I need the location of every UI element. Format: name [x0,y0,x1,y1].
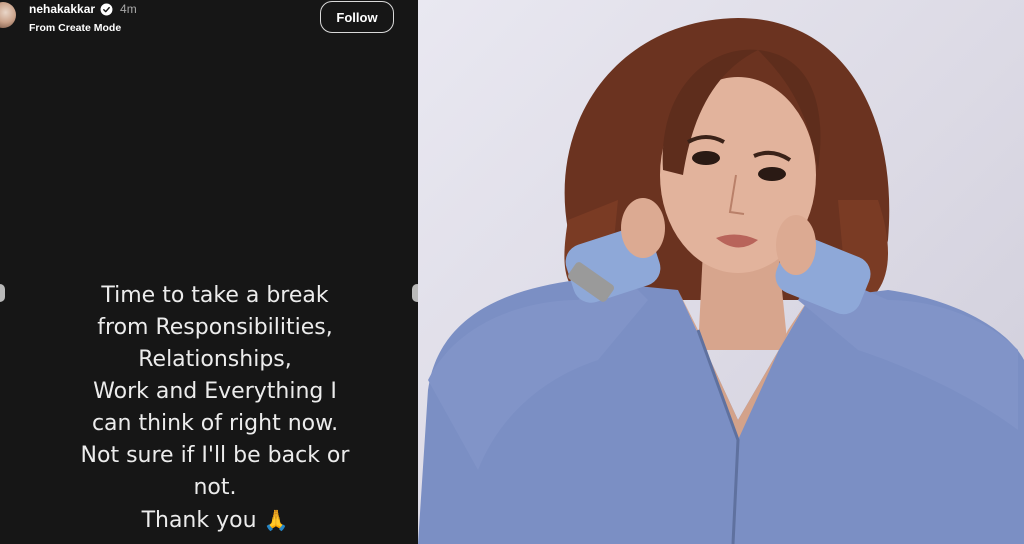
follow-button[interactable]: Follow [320,1,394,33]
story-panel: nehakakkar 4m From Create Mode Follow Ti… [0,0,418,544]
username[interactable]: nehakakkar [29,2,95,16]
closing-text: Thank you [141,508,257,533]
time-ago: 4m [120,2,137,16]
story-message: Time to take a break from Responsibiliti… [20,280,410,537]
story-header: nehakakkar 4m From Create Mode Follow [0,0,418,48]
previous-story-handle[interactable] [0,284,5,302]
avatar[interactable] [0,2,16,28]
portrait-photo [418,0,1024,544]
message-line: not. [193,475,237,500]
message-line: Relationships, [138,347,292,372]
message-line: Time to take a break [101,283,329,308]
message-line: from Responsibilities, [97,315,333,340]
story-subtitle: From Create Mode [29,22,122,34]
username-row: nehakakkar 4m [29,2,137,16]
message-closing: Thank you 🙏 [20,504,410,537]
message-line: Work and Everything I [93,379,337,404]
folded-hands-icon: 🙏 [263,508,289,532]
message-line: Not sure if I'll be back or [80,443,350,468]
message-line: can think of right now. [91,411,339,436]
verified-badge-icon [100,3,113,15]
portrait-illustration [418,18,1024,544]
